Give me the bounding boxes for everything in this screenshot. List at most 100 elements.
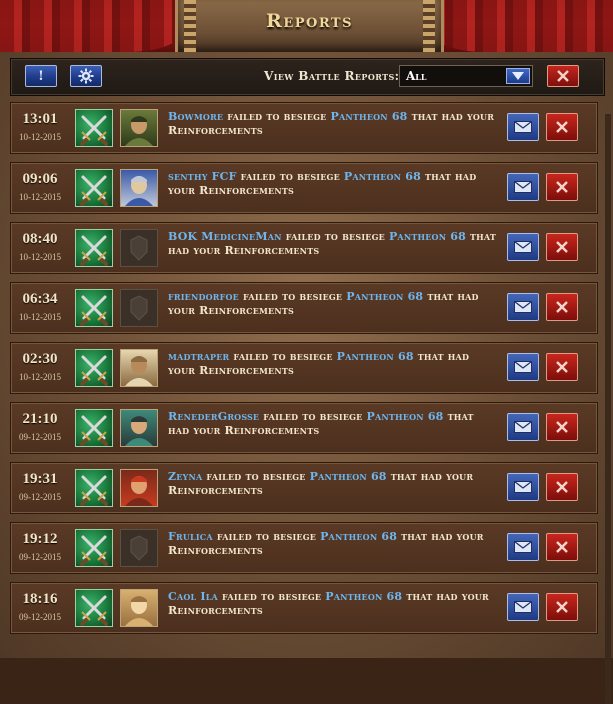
alert-icon: ! [38,68,44,84]
player-name[interactable]: RenederGroße [168,410,259,423]
close-icon [556,481,568,493]
target-name[interactable]: Pantheon 68 [331,110,408,123]
target-name[interactable]: Pantheon 68 [337,350,414,363]
report-message[interactable]: RenederGroße failed to besiege Pantheon … [168,410,498,438]
report-action: failed to besiege [263,410,363,423]
report-date: 09-12-2015 [19,552,61,562]
close-icon [557,70,569,82]
report-date: 10-12-2015 [19,252,61,262]
delete-button[interactable] [546,293,578,321]
mail-button[interactable] [507,293,539,321]
delete-button[interactable] [546,233,578,261]
close-icon [556,601,568,613]
report-action: failed to besiege [227,110,327,123]
delete-button[interactable] [546,353,578,381]
player-name[interactable]: BOK MedicineMan [168,230,282,243]
mail-button[interactable] [507,173,539,201]
delete-button[interactable] [546,593,578,621]
report-message[interactable]: friendorfoe failed to besiege Pantheon 6… [168,290,498,318]
toolbar: ! View Battle Reports: All [10,58,605,96]
mail-button[interactable] [507,413,539,441]
delete-button[interactable] [546,113,578,141]
scrollbar[interactable] [605,114,611,704]
report-message[interactable]: Zeyna failed to besiege Pantheon 68 that… [168,470,498,498]
report-row[interactable]: 06:34 10-12-2015 friendorfoe failed to b… [10,282,598,334]
player-name[interactable]: Bowmore [168,110,223,123]
crossed-swords-icon [75,169,113,207]
report-action: failed to besiege [206,470,306,483]
report-action: failed to besiege [233,350,333,363]
target-name[interactable]: Pantheon 68 [346,290,423,303]
report-message[interactable]: Frulica failed to besiege Pantheon 68 th… [168,530,498,558]
report-time: 21:10 [22,411,58,427]
curtain-left [0,0,190,52]
knight-portrait [120,589,158,627]
report-row[interactable]: 02:30 10-12-2015 madtraper failed to bes… [10,342,598,394]
report-date: 10-12-2015 [19,312,61,322]
report-message[interactable]: Bowmore failed to besiege Pantheon 68 th… [168,110,498,138]
report-row[interactable]: 09:06 10-12-2015 senthy FCF failed to be… [10,162,598,214]
mail-button[interactable] [507,593,539,621]
report-date: 10-12-2015 [19,192,61,202]
report-action: failed to besiege [240,170,340,183]
page-title: Reports [266,10,353,32]
target-name[interactable]: Pantheon 68 [325,590,402,603]
target-name[interactable]: Pantheon 68 [320,530,397,543]
report-time: 19:31 [22,471,58,487]
report-filter-select[interactable]: All [399,65,533,87]
mail-button[interactable] [507,533,539,561]
mail-button[interactable] [507,353,539,381]
report-date: 10-12-2015 [19,372,61,382]
report-message[interactable]: Caol Ila failed to besiege Pantheon 68 t… [168,590,498,618]
title-plate: Reports [175,0,444,52]
bearded-portrait [120,349,158,387]
dropdown-toggle[interactable] [506,68,530,84]
delete-button[interactable] [546,473,578,501]
delete-button[interactable] [546,533,578,561]
envelope-icon [514,481,532,493]
report-time: 08:40 [22,231,58,247]
delete-button[interactable] [546,413,578,441]
empty-portrait [120,289,158,327]
close-icon [556,301,568,313]
mail-button[interactable] [507,233,539,261]
soldier-portrait [120,109,158,147]
viking-portrait [120,169,158,207]
report-row[interactable]: 19:31 09-12-2015 Zeyna failed to besiege… [10,462,598,514]
player-name[interactable]: Caol Ila [168,590,218,603]
report-message[interactable]: BOK MedicineMan failed to besiege Panthe… [168,230,498,258]
close-button[interactable] [547,65,579,87]
settings-button[interactable] [70,65,102,87]
player-name[interactable]: madtraper [168,350,229,363]
target-name[interactable]: Pantheon 68 [344,170,421,183]
report-row[interactable]: 08:40 10-12-2015 BOK MedicineMan failed … [10,222,598,274]
report-time: 18:16 [22,591,58,607]
target-name[interactable]: Pantheon 68 [389,230,466,243]
report-row[interactable]: 13:01 10-12-2015 Bowmore failed to besie… [10,102,598,154]
close-icon [556,121,568,133]
alert-button[interactable]: ! [25,65,57,87]
envelope-icon [514,121,532,133]
mail-button[interactable] [507,113,539,141]
mail-button[interactable] [507,473,539,501]
player-name[interactable]: Zeyna [168,470,202,483]
crossed-swords-icon [75,349,113,387]
delete-button[interactable] [546,173,578,201]
target-name[interactable]: Pantheon 68 [310,470,387,483]
report-date: 10-12-2015 [19,132,61,142]
report-message[interactable]: madtraper failed to besiege Pantheon 68 … [168,350,498,378]
player-name[interactable]: senthy FCF [168,170,237,183]
close-icon [556,421,568,433]
report-row[interactable]: 18:16 09-12-2015 Caol Ila failed to besi… [10,582,598,634]
report-time: 06:34 [22,291,58,307]
player-name[interactable]: Frulica [168,530,213,543]
report-message[interactable]: senthy FCF failed to besiege Pantheon 68… [168,170,498,198]
report-time: 09:06 [22,171,58,187]
report-action: failed to besiege [285,230,385,243]
chevron-down-icon [512,72,524,80]
report-row[interactable]: 21:10 09-12-2015 RenederGroße failed to … [10,402,598,454]
report-row[interactable]: 19:12 09-12-2015 Frulica failed to besie… [10,522,598,574]
player-name[interactable]: friendorfoe [168,290,239,303]
crossed-swords-icon [75,229,113,267]
target-name[interactable]: Pantheon 68 [367,410,444,423]
